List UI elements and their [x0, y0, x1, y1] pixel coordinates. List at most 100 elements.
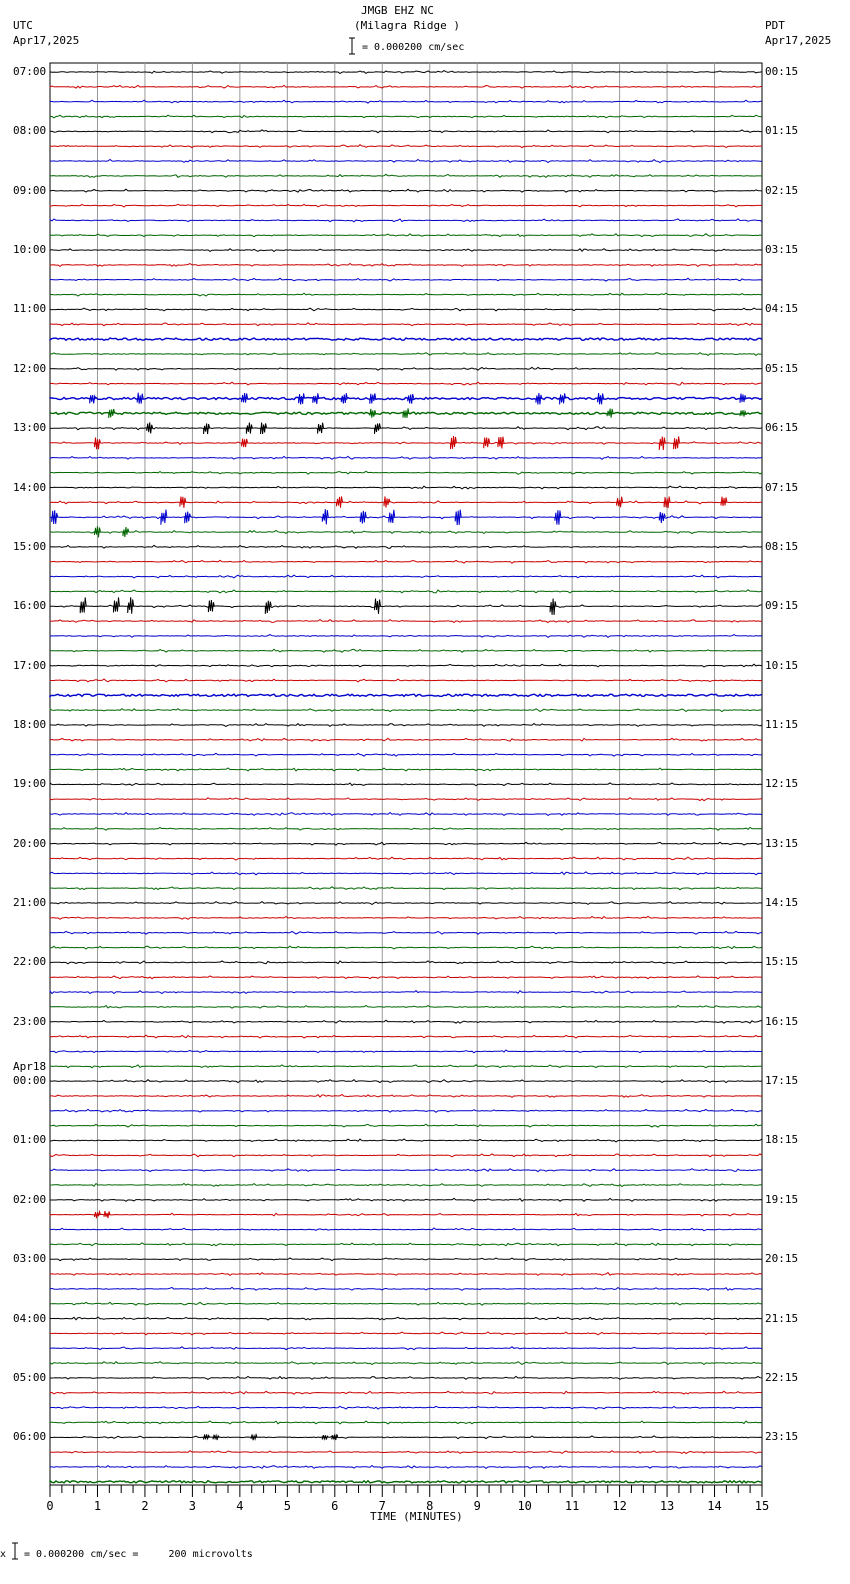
trace-89	[49, 1390, 763, 1395]
utc-hour-label: 00:00	[13, 1074, 47, 1088]
trace-30	[49, 515, 763, 520]
trace-70	[49, 1108, 763, 1113]
trace-44	[49, 722, 763, 728]
trace-58	[49, 930, 763, 935]
seismic-event	[184, 511, 192, 524]
utc-hour-label: 08:00	[13, 124, 47, 138]
pdt-time-label: 23:15	[765, 1430, 799, 1444]
trace-10	[49, 218, 763, 223]
utc-hour-label: 06:00	[13, 1430, 47, 1444]
trace-69	[49, 1093, 763, 1099]
utc-hour-label: 16:00	[13, 599, 47, 613]
x-tick-label: 6	[331, 1499, 338, 1513]
trace-51	[49, 826, 763, 831]
utc-hour-label: 01:00	[13, 1133, 47, 1147]
trace-54	[49, 871, 763, 876]
trace-43	[49, 707, 762, 713]
pdt-time-label: 10:15	[765, 658, 799, 672]
seismic-event	[264, 600, 272, 614]
trace-20	[49, 366, 763, 371]
pdt-time-label: 02:15	[765, 183, 799, 197]
trace-21	[49, 381, 763, 386]
seismic-event	[127, 597, 135, 614]
trace-78	[49, 1227, 763, 1232]
seismic-event	[559, 393, 567, 405]
date-change-label: Apr18	[13, 1060, 47, 1074]
trace-84	[49, 1316, 763, 1321]
utc-hour-label: 02:00	[13, 1192, 47, 1206]
seismic-event	[720, 496, 728, 506]
pdt-time-label: 22:15	[765, 1370, 799, 1384]
trace-68	[49, 1079, 763, 1084]
utc-hour-label: 03:00	[13, 1252, 47, 1266]
trace-5	[49, 144, 762, 149]
trace-15	[49, 292, 763, 297]
trace-85	[49, 1331, 762, 1336]
pdt-time-label: 11:15	[765, 717, 799, 731]
trace-53	[49, 856, 762, 861]
seismic-event	[497, 436, 505, 449]
trace-52	[49, 841, 762, 846]
trace-0	[49, 70, 763, 75]
trace-81	[49, 1271, 763, 1277]
trace-3	[49, 114, 762, 119]
utc-hour-label: 14:00	[13, 480, 47, 494]
pdt-time-label: 16:15	[765, 1014, 799, 1028]
trace-39	[49, 648, 762, 653]
utc-hour-label: 23:00	[13, 1014, 47, 1028]
trace-80	[49, 1257, 763, 1262]
pdt-time-label: 00:15	[765, 65, 799, 78]
trace-61	[49, 975, 763, 980]
helicorder: JMGB EHZ NC (Milagra Ridge ) UTC Apr17,2…	[0, 0, 850, 1584]
trace-71	[49, 1123, 762, 1128]
trace-4	[49, 129, 763, 134]
trace-47	[49, 767, 763, 772]
trace-33	[49, 559, 763, 564]
pdt-time-label: 17:15	[765, 1074, 799, 1088]
utc-hour-label: 15:00	[13, 539, 47, 553]
utc-hour-label: 20:00	[13, 836, 47, 850]
trace-49	[49, 797, 762, 802]
trace-40	[49, 663, 763, 668]
trace-12	[49, 248, 763, 253]
x-tick-label: 4	[236, 1499, 243, 1513]
trace-66	[49, 1049, 763, 1054]
trace-46	[49, 752, 763, 757]
x-tick-label: 12	[612, 1499, 626, 1513]
x-tick-label: 9	[474, 1499, 481, 1513]
utc-hour-label: 17:00	[13, 658, 47, 672]
trace-82	[49, 1286, 763, 1291]
pdt-time-label: 18:15	[765, 1133, 799, 1147]
trace-64	[49, 1019, 763, 1024]
trace-8	[49, 188, 763, 193]
x-tick-label: 7	[379, 1499, 386, 1513]
trace-6	[49, 158, 762, 164]
pdt-time-label: 15:15	[765, 955, 799, 969]
pdt-time-label: 21:15	[765, 1311, 799, 1325]
trace-41	[49, 678, 763, 683]
trace-76	[49, 1197, 763, 1202]
trace-67	[49, 1064, 763, 1069]
utc-hour-label: 07:00	[13, 65, 47, 78]
trace-74	[49, 1168, 763, 1173]
trace-34	[49, 574, 762, 579]
trace-62	[49, 989, 763, 995]
trace-45	[49, 737, 763, 742]
trace-63	[49, 1004, 762, 1009]
trace-26	[49, 455, 763, 460]
trace-57	[49, 915, 763, 920]
pdt-time-label: 04:15	[765, 302, 799, 316]
pdt-time-label: 19:15	[765, 1192, 799, 1206]
trace-72	[49, 1138, 763, 1143]
x-tick-label: 1	[94, 1499, 101, 1513]
trace-77	[49, 1212, 763, 1217]
seismic-event	[739, 393, 747, 403]
trace-92	[49, 1435, 763, 1440]
utc-hour-label: 09:00	[13, 183, 47, 197]
trace-13	[49, 262, 763, 268]
trace-25	[49, 441, 763, 445]
x-tick-label: 14	[707, 1499, 721, 1513]
pdt-time-label: 14:15	[765, 896, 799, 910]
pdt-time-label: 06:15	[765, 421, 799, 435]
x-tick-label: 8	[426, 1499, 433, 1513]
